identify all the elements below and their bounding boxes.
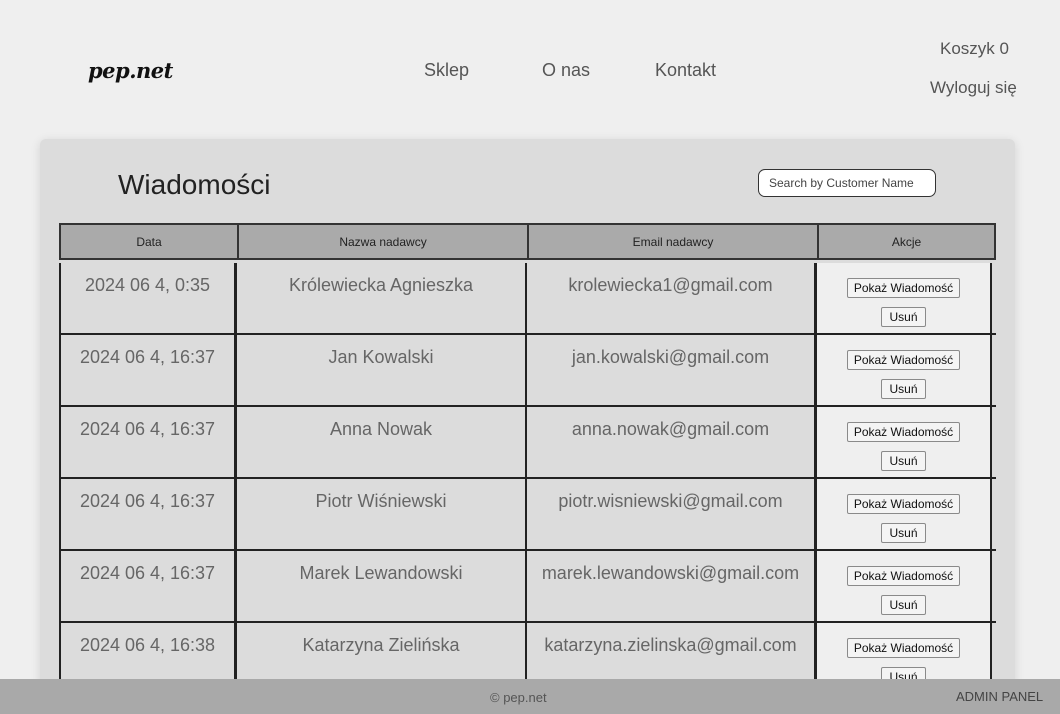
cell-email: piotr.wisniewski@gmail.com xyxy=(527,479,817,549)
cell-sender: Piotr Wiśniewski xyxy=(237,479,527,549)
show-message-button[interactable]: Pokaż Wiadomość xyxy=(846,494,961,514)
cell-date: 2024 06 4, 16:37 xyxy=(59,407,237,477)
header-email: Email nadawcy xyxy=(529,225,819,258)
cell-email: anna.nowak@gmail.com xyxy=(527,407,817,477)
page-title: Wiadomości xyxy=(118,169,271,200)
show-message-button[interactable]: Pokaż Wiadomość xyxy=(846,566,961,586)
table-body: 2024 06 4, 0:35 Królewiecka Agnieszka krol… xyxy=(59,263,996,695)
logo[interactable]: pep.net xyxy=(88,58,173,83)
nav-shop-link[interactable]: Sklep xyxy=(424,60,469,81)
show-message-button[interactable]: Pokaż Wiadomość xyxy=(846,422,961,442)
table-row: 2024 06 4, 16:37 Jan Kowalski jan.kowalski… xyxy=(59,335,996,407)
nav-about-link[interactable]: O nas xyxy=(542,60,590,81)
logout-link[interactable]: Wyloguj się xyxy=(930,78,1017,98)
table-row: 2024 06 4, 0:35 Królewiecka Agnieszka krol… xyxy=(59,263,996,335)
cell-sender: Jan Kowalski xyxy=(237,335,527,405)
cell-date: 2024 06 4, 16:37 xyxy=(59,479,237,549)
cell-email: krolewiecka1@gmail.com xyxy=(527,263,817,333)
delete-button[interactable]: Usuń xyxy=(881,451,926,471)
cell-sender: Anna Nowak xyxy=(237,407,527,477)
cell-actions: Pokaż Wiadomość Usuń xyxy=(817,335,992,405)
cell-email: jan.kowalski@gmail.com xyxy=(527,335,817,405)
delete-button[interactable]: Usuń xyxy=(881,523,926,543)
cell-date: 2024 06 4, 0:35 xyxy=(59,263,237,333)
delete-button[interactable]: Usuń xyxy=(881,379,926,399)
delete-button[interactable]: Usuń xyxy=(881,307,926,327)
cell-actions: Pokaż Wiadomość Usuń xyxy=(817,479,992,549)
messages-table: Data Nazwa nadawcy Email nadawcy Akcje 2… xyxy=(59,223,996,695)
cell-sender: Marek Lewandowski xyxy=(237,551,527,621)
cart-link[interactable]: Koszyk 0 xyxy=(940,39,1009,59)
cell-email: marek.lewandowski@gmail.com xyxy=(527,551,817,621)
cell-date: 2024 06 4, 16:37 xyxy=(59,335,237,405)
nav-contact-link[interactable]: Kontakt xyxy=(655,60,716,81)
delete-button[interactable]: Usuń xyxy=(881,595,926,615)
table-header: Data Nazwa nadawcy Email nadawcy Akcje xyxy=(59,223,996,260)
cell-sender: Królewiecka Agnieszka xyxy=(237,263,527,333)
table-row: 2024 06 4, 16:37 Piotr Wiśniewski piotr.wi… xyxy=(59,479,996,551)
site-footer: © pep.net ADMIN PANEL xyxy=(0,679,1060,714)
table-row: 2024 06 4, 16:37 Marek Lewandowski marek.l… xyxy=(59,551,996,623)
cell-actions: Pokaż Wiadomość Usuń xyxy=(817,407,992,477)
header-sender: Nazwa nadawcy xyxy=(239,225,529,258)
header-actions: Akcje xyxy=(891,234,922,249)
site-header: pep.net Sklep O nas Kontakt Koszyk 0 Wyl… xyxy=(0,0,1060,130)
cell-actions: Pokaż Wiadomość Usuń xyxy=(817,551,992,621)
admin-panel-link[interactable]: ADMIN PANEL xyxy=(956,689,1043,704)
copyright: © pep.net xyxy=(490,690,547,705)
header-date: Data xyxy=(61,225,239,258)
table-row: 2024 06 4, 16:37 Anna Nowak anna.nowak@gma… xyxy=(59,407,996,479)
search-input[interactable] xyxy=(758,169,936,197)
show-message-button[interactable]: Pokaż Wiadomość xyxy=(846,350,961,370)
messages-panel: Wiadomości Data Nazwa nadawcy Email nada… xyxy=(40,139,1015,699)
show-message-button[interactable]: Pokaż Wiadomość xyxy=(846,278,961,298)
show-message-button[interactable]: Pokaż Wiadomość xyxy=(846,638,961,658)
cell-actions: Pokaż Wiadomość Usuń xyxy=(817,263,992,333)
cell-date: 2024 06 4, 16:37 xyxy=(59,551,237,621)
